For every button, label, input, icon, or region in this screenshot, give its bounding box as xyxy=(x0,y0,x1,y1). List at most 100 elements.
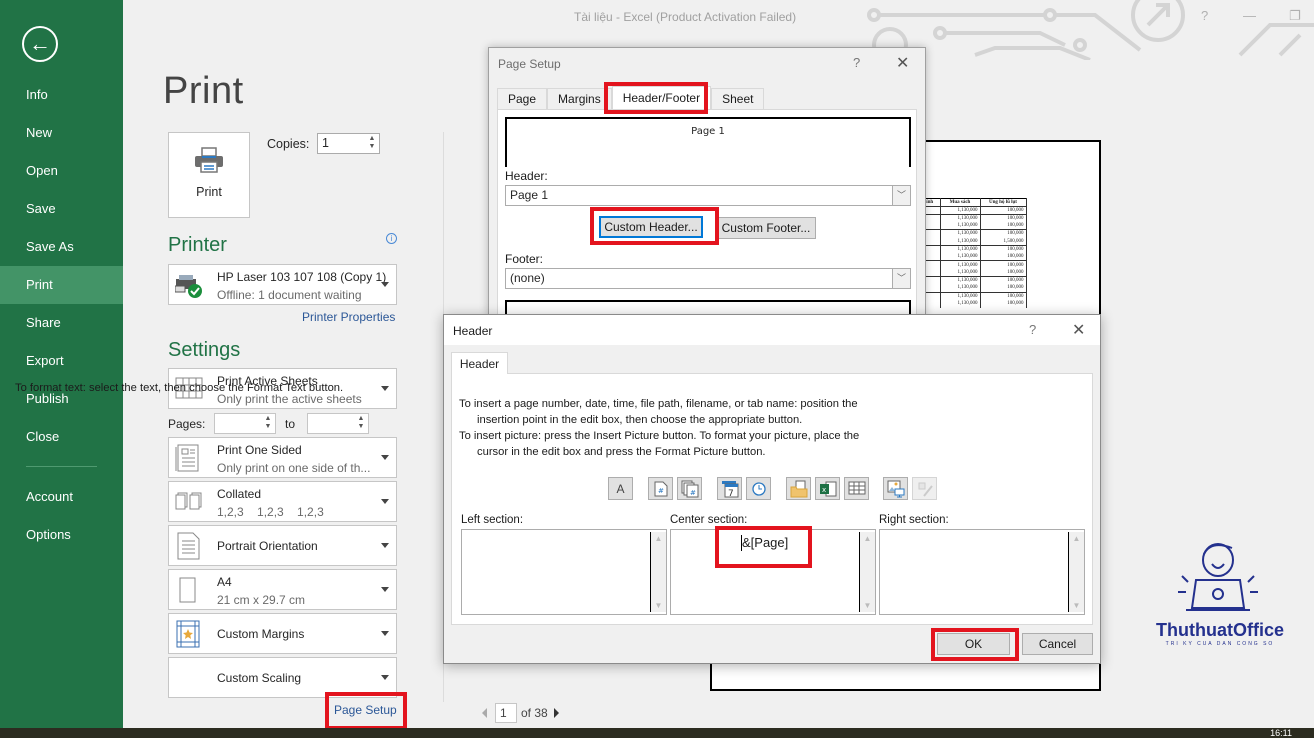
table-cell: 1,500,000 xyxy=(979,237,1027,246)
setting-subtitle: 21 cm x 29.7 cm xyxy=(217,593,306,607)
scroll-up-icon[interactable]: ▲ xyxy=(651,534,666,543)
ok-button[interactable]: OK xyxy=(937,633,1010,655)
window-title: Tài liệu - Excel (Product Activation Fai… xyxy=(574,10,797,24)
scroll-up-icon[interactable]: ▲ xyxy=(1069,534,1084,543)
tab-header[interactable]: Header xyxy=(451,352,508,374)
scroll-down-icon[interactable]: ▼ xyxy=(860,601,875,610)
format-text-button[interactable]: A xyxy=(608,477,633,500)
pages-from-input[interactable]: ▲ ▼ xyxy=(214,413,276,434)
cancel-button[interactable]: Cancel xyxy=(1022,633,1093,655)
sidebar-divider xyxy=(26,466,97,467)
setting-subtitle: 1,2,3 1,2,3 1,2,3 xyxy=(217,505,324,519)
info-icon[interactable]: i xyxy=(386,233,397,244)
sidebar-item-close[interactable]: Close xyxy=(0,418,123,456)
center-section-input[interactable]: &[Page] ▲ ▼ xyxy=(670,529,876,615)
scrollbar[interactable]: ▲ ▼ xyxy=(650,532,666,612)
minimize-button[interactable]: — xyxy=(1243,8,1256,23)
orientation-dropdown[interactable]: Portrait Orientation xyxy=(168,525,397,566)
help-icon[interactable]: ? xyxy=(853,55,860,70)
insert-file-path-button[interactable] xyxy=(786,477,811,500)
table-row: 1,130,000 100,000 xyxy=(920,205,1027,215)
spin-arrows-icon[interactable]: ▲ ▼ xyxy=(356,415,366,432)
chevron-down-icon[interactable]: ﹀ xyxy=(892,186,910,205)
header-preview: Page 1 xyxy=(505,117,911,167)
prev-page-icon[interactable] xyxy=(482,708,487,718)
sidebar-item-open[interactable]: Open xyxy=(0,152,123,190)
help-icon[interactable]: ? xyxy=(1029,322,1036,337)
tab-page[interactable]: Page xyxy=(497,88,548,109)
custom-header-button[interactable]: Custom Header... xyxy=(599,216,703,238)
left-section-label: Left section: xyxy=(461,514,524,526)
collation-dropdown[interactable]: Collated 1,2,3 1,2,3 1,2,3 xyxy=(168,481,397,522)
printer-dropdown[interactable]: HP Laser 103 107 108 (Copy 1) Offline: 1… xyxy=(168,264,397,305)
sides-dropdown[interactable]: Print One Sided Only print on one side o… xyxy=(168,437,397,478)
footer-label: Footer: xyxy=(505,252,544,266)
table-row: 1,130,000 100,000 xyxy=(920,284,1027,293)
custom-footer-button[interactable]: Custom Footer... xyxy=(716,217,816,239)
sidebar-item-export[interactable]: Export xyxy=(0,342,123,380)
spin-arrows-icon[interactable]: ▲ ▼ xyxy=(367,135,377,152)
left-section-input[interactable]: ▲ ▼ xyxy=(461,529,667,615)
table-cell: 1,130,000 xyxy=(939,229,981,238)
sidebar-item-options[interactable]: Options xyxy=(0,516,123,554)
table-cell: 1,130,000 xyxy=(939,275,981,285)
instruction-text: To insert a page number, date, time, fil… xyxy=(459,398,858,410)
scroll-up-icon[interactable]: ▲ xyxy=(860,534,875,543)
current-page-input[interactable]: 1 xyxy=(495,703,517,723)
paper-size-dropdown[interactable]: A4 21 cm x 29.7 cm xyxy=(168,569,397,610)
printer-properties-link[interactable]: Printer Properties xyxy=(302,310,395,324)
page-setup-tabs: Page Margins Header/Footer Sheet xyxy=(497,86,765,109)
format-picture-button[interactable] xyxy=(912,477,937,500)
tab-margins[interactable]: Margins xyxy=(547,88,612,109)
copies-stepper[interactable]: 1 ▲ ▼ xyxy=(317,133,380,154)
scrollbar[interactable]: ▲ ▼ xyxy=(859,532,875,612)
scroll-down-icon[interactable]: ▼ xyxy=(651,601,666,610)
page-setup-link[interactable]: Page Setup xyxy=(334,703,397,717)
printer-status-icon xyxy=(175,275,202,298)
insert-file-name-button[interactable]: x xyxy=(815,477,840,500)
dropdown-arrow-icon xyxy=(381,455,389,460)
scaling-dropdown[interactable]: Custom Scaling xyxy=(168,657,397,698)
chevron-down-icon[interactable]: ﹀ xyxy=(892,269,910,288)
center-section-text: &[Page] xyxy=(742,535,789,550)
insert-date-button[interactable]: 7 xyxy=(717,477,742,500)
dropdown-arrow-icon xyxy=(381,675,389,680)
right-section-input[interactable]: ▲ ▼ xyxy=(879,529,1085,615)
print-button[interactable]: Print xyxy=(168,132,250,218)
sidebar-item-account[interactable]: Account xyxy=(0,478,123,516)
scrollbar[interactable]: ▲ ▼ xyxy=(1068,532,1084,612)
spin-arrows-icon[interactable]: ▲ ▼ xyxy=(263,415,273,432)
insert-time-button[interactable] xyxy=(746,477,771,500)
next-page-icon[interactable] xyxy=(553,708,559,718)
sidebar-item-print[interactable]: Print xyxy=(0,266,123,304)
portrait-page-icon xyxy=(177,532,200,560)
help-button[interactable]: ? xyxy=(1201,8,1208,23)
insert-sheet-name-button[interactable] xyxy=(844,477,869,500)
tab-sheet[interactable]: Sheet xyxy=(711,88,765,109)
table-cell: 100,000 xyxy=(979,291,1027,300)
close-icon[interactable]: ✕ xyxy=(1072,320,1085,340)
insert-number-of-pages-button[interactable]: # xyxy=(677,477,702,500)
insert-page-number-button[interactable]: # xyxy=(648,477,673,500)
back-button[interactable]: ← xyxy=(22,26,58,62)
restore-button[interactable]: ❐ xyxy=(1289,8,1301,24)
sidebar-item-save[interactable]: Save xyxy=(0,190,123,228)
close-icon[interactable]: ✕ xyxy=(896,53,909,73)
insert-picture-button[interactable] xyxy=(883,477,908,500)
sidebar-item-share[interactable]: Share xyxy=(0,304,123,342)
sidebar-item-info[interactable]: Info xyxy=(0,76,123,114)
folder-icon xyxy=(790,480,807,497)
sidebar-item-save-as[interactable]: Save As xyxy=(0,228,123,266)
footer-select[interactable]: (none) ﹀ xyxy=(505,268,911,289)
margins-dropdown[interactable]: Custom Margins xyxy=(168,613,397,654)
setting-title: Portrait Orientation xyxy=(217,539,318,553)
pages-to-input[interactable]: ▲ ▼ xyxy=(307,413,369,434)
header-select[interactable]: Page 1 ﹀ xyxy=(505,185,911,206)
number-of-pages-icon: # xyxy=(681,480,698,497)
table-row: 1,130,000 100,000 xyxy=(920,291,1027,300)
sidebar-item-new[interactable]: New xyxy=(0,114,123,152)
tab-header-footer[interactable]: Header/Footer xyxy=(611,86,712,109)
instruction-text: To insert picture: press the Insert Pict… xyxy=(459,430,860,442)
scroll-down-icon[interactable]: ▼ xyxy=(1069,601,1084,610)
dropdown-arrow-icon xyxy=(381,386,389,391)
